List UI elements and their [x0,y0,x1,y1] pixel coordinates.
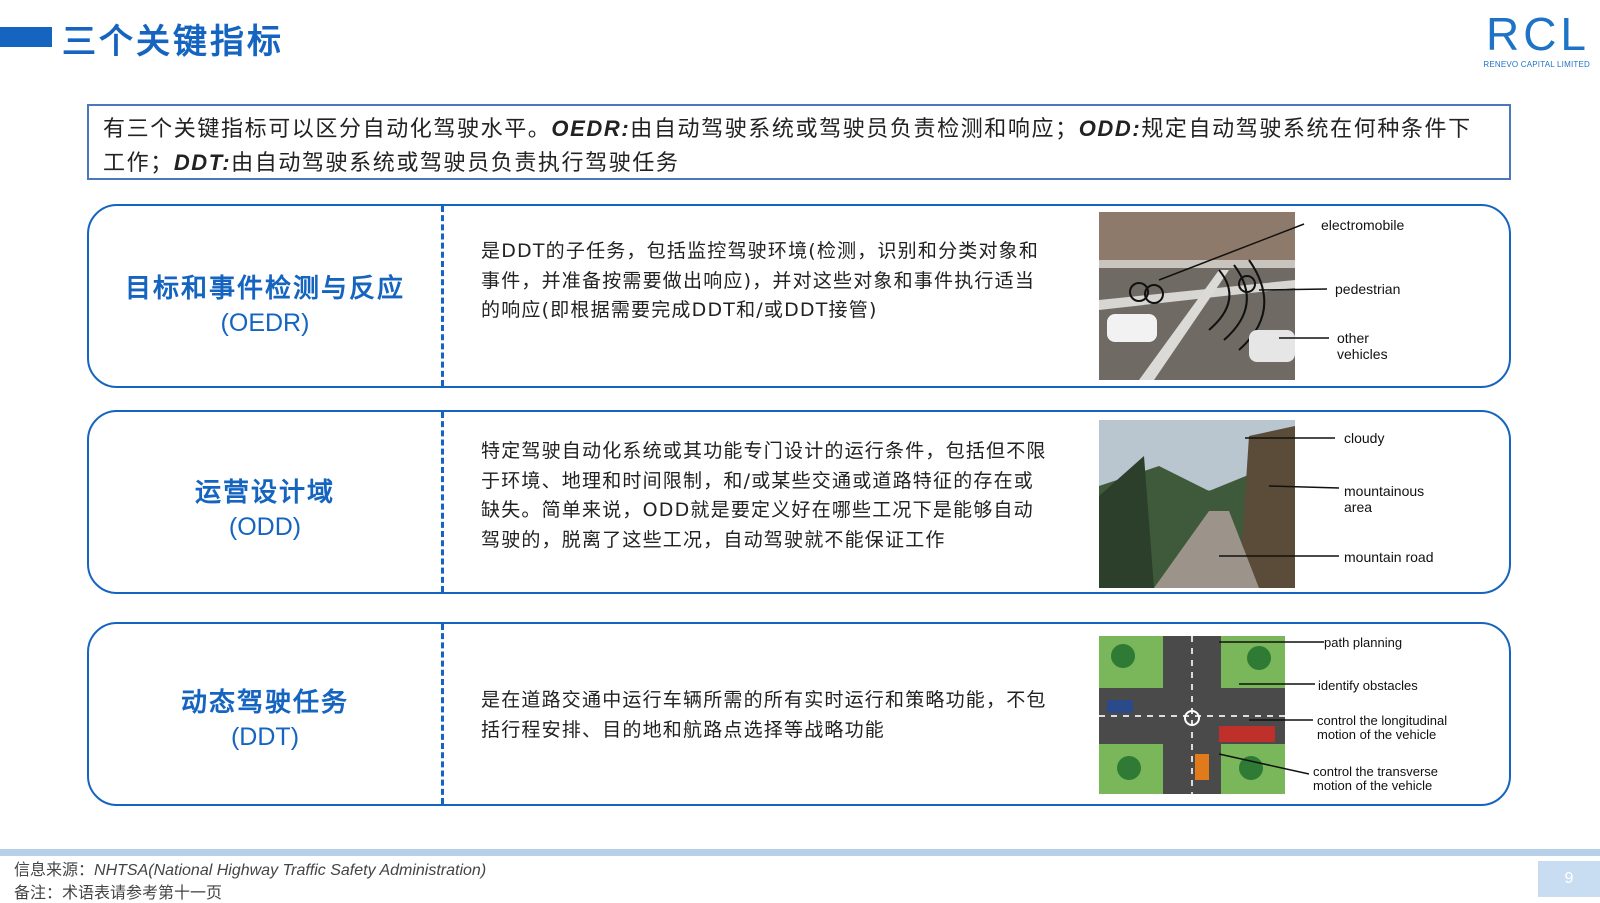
intro-term-odd: ODD: [1078,116,1142,141]
intro-text: 有三个关键指标可以区分自动化驾驶水平。 [103,117,552,142]
intro-box: 有三个关键指标可以区分自动化驾驶水平。OEDR:由自动驾驶系统或驾驶员负责检测和… [87,104,1511,180]
metric-abbr: (DDT) [230,723,300,751]
label-vehicles: vehicles [1337,346,1388,362]
intro-text: 由自动驾驶系统或驾驶员负责检测和响应； [630,117,1079,142]
intro-text: 由自动驾驶系统或驾驶员负责执行驾驶任务 [231,151,680,176]
oedr-figure: electromobile pedestrian other vehicles [1099,212,1404,380]
label-identify-obstacles: identify obstacles [1318,678,1418,693]
label-electromobile: electromobile [1321,217,1404,233]
intro-term-ddt: DDT: [173,150,232,175]
rcl-logo: RCL RENEVO CAPITAL LIMITED [1478,10,1590,70]
metric-name: 动态驾驶任务 (DDT) [89,682,441,752]
panel-divider [441,624,444,804]
label-pedestrian: pedestrian [1335,281,1400,297]
metric-name-zh: 运营设计域 [194,478,335,508]
label-longitudinal-motion: motion of the vehicle [1317,727,1436,742]
metric-name: 目标和事件检测与反应 (OEDR) [89,268,441,338]
label-mountain-road: mountain road [1344,549,1434,565]
label-path-planning: path planning [1324,635,1402,650]
metric-description: 是DDT的子任务，包括监控驾驶环境(检测，识别和分类对象和事件，并准备按需要做出… [481,240,1040,321]
label-mountainous: mountainous [1344,483,1424,499]
logo-subtitle: RENEVO CAPITAL LIMITED [1483,60,1590,69]
label-other: other [1337,330,1369,346]
metric-name-zh: 动态驾驶任务 [180,688,349,718]
metric-panel-ddt: 动态驾驶任务 (DDT) 是在道路交通中运行车辆所需的所有实时运行和策略功能，不… [87,622,1511,806]
metric-description: 是在道路交通中运行车辆所需的所有实时运行和策略功能，不包括行程安排、目的地和航路… [481,689,1047,741]
intro-term-oedr: OEDR: [551,116,631,141]
label-area: area [1344,499,1372,515]
metric-panel-odd: 运营设计域 (ODD) 特定驾驶自动化系统或其功能专门设计的运行条件，包括但不限… [87,410,1511,594]
label-transverse-motion: motion of the vehicle [1313,778,1432,793]
source-text: NHTSA(National Highway Traffic Safety Ad… [94,862,487,879]
odd-figure: cloudy mountainous area mountain road [1099,420,1434,588]
title-accent-bar [0,27,52,47]
label-cloudy: cloudy [1344,430,1384,446]
logo-mark: RCL [1485,8,1590,60]
panel-divider [441,412,444,592]
source-label: 信息来源： [14,860,95,879]
label-longitudinal: control the longitudinal [1317,713,1447,728]
source-line: 信息来源：NHTSA(National Highway Traffic Safe… [14,856,486,880]
page-title: 三个关键指标 [62,22,284,62]
footnote: 备注：术语表请参考第十一页 [14,883,223,902]
metric-abbr: (OEDR) [220,309,310,337]
metric-description: 特定驾驶自动化系统或其功能专门设计的运行条件，包括但不限于环境、地理和时间限制，… [481,440,1047,551]
footer-divider [0,849,1600,856]
metric-abbr: (ODD) [228,513,302,541]
metric-name: 运营设计域 (ODD) [89,472,441,542]
metric-name-zh: 目标和事件检测与反应 [124,274,405,304]
panel-divider [441,206,444,386]
metric-panel-oedr: 目标和事件检测与反应 (OEDR) 是DDT的子任务，包括监控驾驶环境(检测，识… [87,204,1511,388]
label-transverse: control the transverse [1313,764,1438,779]
ddt-figure: path planning identify obstacles control… [1099,635,1447,794]
page-number: 9 [1538,861,1600,897]
